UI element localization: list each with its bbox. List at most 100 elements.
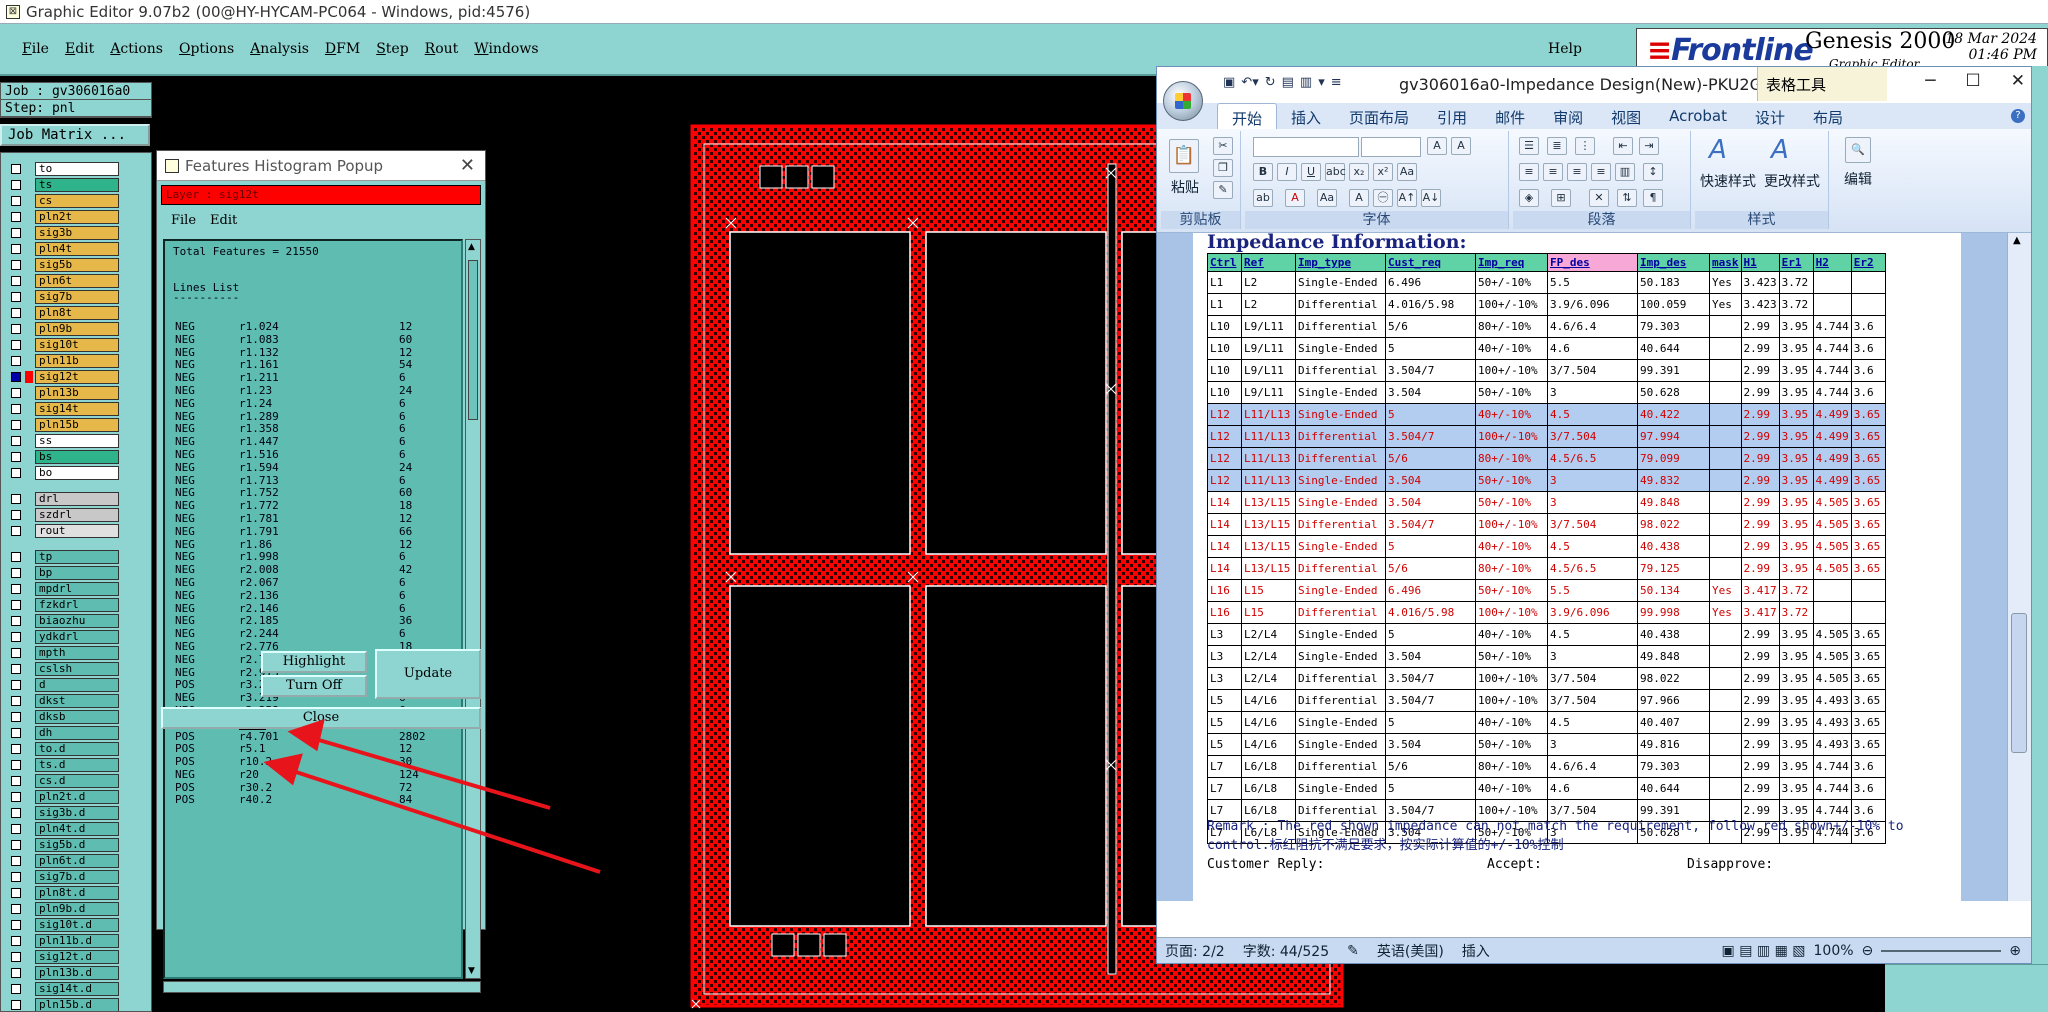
table-cell[interactable]: 3.9/6.096 bbox=[1547, 293, 1638, 316]
copy-icon[interactable]: ❐ bbox=[1213, 159, 1233, 177]
shrink-icon[interactable]: A↓ bbox=[1421, 189, 1441, 207]
table-cell[interactable]: L11/L13 bbox=[1241, 425, 1296, 448]
table-cell[interactable]: L4/L6 bbox=[1241, 711, 1296, 734]
find-icon[interactable]: 🔍 bbox=[1845, 137, 1871, 163]
table-cell[interactable]: L10 bbox=[1207, 315, 1242, 338]
table-cell[interactable]: 79.303 bbox=[1637, 315, 1710, 338]
table-cell[interactable]: 3/7.504 bbox=[1547, 667, 1638, 690]
layer-name[interactable]: sig7b bbox=[35, 290, 119, 304]
layer-row[interactable]: pln13b bbox=[1, 385, 151, 401]
layer-name[interactable]: pln13b.d bbox=[35, 966, 119, 980]
histogram-row[interactable]: NEG r1.23 24 bbox=[165, 384, 461, 398]
table-cell[interactable]: 3.72 bbox=[1778, 601, 1814, 624]
table-cell[interactable] bbox=[1709, 689, 1742, 712]
table-cell[interactable]: Differential bbox=[1295, 601, 1386, 624]
layer-row[interactable]: pln11b.d bbox=[1, 933, 151, 949]
show-marks-icon[interactable]: ¶ bbox=[1643, 189, 1663, 207]
table-cell[interactable]: 40.644 bbox=[1637, 777, 1710, 800]
table-cell[interactable]: 49.848 bbox=[1637, 645, 1710, 668]
histogram-row[interactable]: POS r30.2 72 bbox=[165, 781, 461, 795]
table-cell[interactable]: L2/L4 bbox=[1241, 623, 1296, 646]
layer-checkbox[interactable] bbox=[11, 212, 21, 222]
table-cell[interactable]: L1 bbox=[1207, 293, 1242, 316]
table-cell[interactable]: 50+/-10% bbox=[1475, 579, 1548, 602]
table-cell[interactable]: 5 bbox=[1385, 403, 1476, 426]
popup-menu-file[interactable]: File bbox=[171, 213, 196, 228]
table-cell[interactable]: Single-Ended bbox=[1295, 777, 1386, 800]
layer-row[interactable]: ts bbox=[1, 177, 151, 193]
table-cell[interactable]: Differential bbox=[1295, 667, 1386, 690]
table-cell[interactable]: 100+/-10% bbox=[1475, 293, 1548, 316]
layer-checkbox[interactable] bbox=[11, 260, 21, 270]
layer-name[interactable]: drl bbox=[35, 492, 119, 506]
line-spacing-icon[interactable]: ↕ bbox=[1643, 163, 1663, 181]
table-cell[interactable]: 100+/-10% bbox=[1475, 513, 1548, 536]
table-cell[interactable]: 3.95 bbox=[1778, 755, 1814, 778]
histogram-row[interactable]: NEG r1.752 60 bbox=[165, 486, 461, 500]
table-cell[interactable]: 49.832 bbox=[1637, 469, 1710, 492]
table-cell[interactable]: 4.744 bbox=[1812, 315, 1852, 338]
layer-checkbox[interactable] bbox=[11, 324, 21, 334]
histogram-row[interactable]: NEG r1.358 6 bbox=[165, 422, 461, 436]
table-cell[interactable]: 3.6 bbox=[1850, 359, 1886, 382]
table-cell[interactable]: L1 bbox=[1207, 271, 1242, 294]
layer-checkbox[interactable] bbox=[11, 728, 21, 738]
table-cell[interactable]: 50.628 bbox=[1637, 381, 1710, 404]
layer-name[interactable]: d bbox=[35, 678, 119, 692]
layer-row[interactable]: ydkdrl bbox=[1, 629, 151, 645]
histogram-row[interactable]: POS r40.2 84 bbox=[165, 794, 461, 807]
layer-name[interactable]: biaozhu bbox=[35, 614, 119, 628]
ribbon-tab[interactable]: 引用 bbox=[1423, 103, 1481, 129]
table-cell[interactable]: Single-Ended bbox=[1295, 711, 1386, 734]
table-cell[interactable] bbox=[1850, 271, 1886, 294]
layer-name[interactable]: sig5b bbox=[35, 258, 119, 272]
layer-checkbox[interactable] bbox=[11, 510, 21, 520]
histogram-row[interactable]: NEG r1.998 6 bbox=[165, 550, 461, 564]
layer-name[interactable]: ss bbox=[35, 434, 119, 448]
table-cell[interactable]: 100+/-10% bbox=[1475, 601, 1548, 624]
layer-checkbox[interactable] bbox=[11, 276, 21, 286]
bold-icon[interactable]: B bbox=[1253, 163, 1273, 181]
table-cell[interactable]: 2.99 bbox=[1740, 315, 1780, 338]
layer-name[interactable]: sig10t bbox=[35, 338, 119, 352]
table-cell[interactable]: Differential bbox=[1295, 293, 1386, 316]
table-cell[interactable]: L6/L8 bbox=[1241, 755, 1296, 778]
table-cell[interactable]: 2.99 bbox=[1740, 755, 1780, 778]
histogram-row[interactable]: NEG r1.447 6 bbox=[165, 435, 461, 449]
table-cell[interactable]: 4.6/6.4 bbox=[1547, 315, 1638, 338]
table-cell[interactable]: 3.6 bbox=[1850, 381, 1886, 404]
close-icon[interactable]: ✕ bbox=[2011, 71, 2025, 91]
print-icon[interactable]: ▥ bbox=[1300, 75, 1312, 90]
layer-row[interactable]: ts.d bbox=[1, 757, 151, 773]
table-cell[interactable] bbox=[1850, 579, 1886, 602]
histogram-horizontal-scrollbar[interactable] bbox=[163, 981, 481, 993]
layer-row[interactable]: d bbox=[1, 677, 151, 693]
histogram-row[interactable]: NEG r1.594 24 bbox=[165, 461, 461, 475]
table-cell[interactable]: 40+/-10% bbox=[1475, 337, 1548, 360]
layer-name[interactable]: to bbox=[35, 162, 119, 176]
table-cell[interactable]: 5.5 bbox=[1547, 579, 1638, 602]
table-cell[interactable]: 3.95 bbox=[1778, 315, 1814, 338]
minimize-icon[interactable]: ─ bbox=[1925, 71, 1935, 91]
table-cell[interactable]: L10 bbox=[1207, 337, 1242, 360]
layer-row[interactable]: pln13b.d bbox=[1, 965, 151, 981]
layer-name[interactable]: pln6t.d bbox=[35, 854, 119, 868]
ribbon-tab[interactable]: 视图 bbox=[1597, 103, 1655, 129]
table-cell[interactable]: 97.994 bbox=[1637, 425, 1710, 448]
table-cell[interactable]: L5 bbox=[1207, 689, 1242, 712]
table-cell[interactable]: 3.65 bbox=[1850, 513, 1886, 536]
table-cell[interactable]: 3 bbox=[1547, 491, 1638, 514]
ribbon-tab[interactable]: 布局 bbox=[1799, 103, 1857, 129]
table-cell[interactable]: 5.5 bbox=[1547, 271, 1638, 294]
layer-row[interactable]: pln2t bbox=[1, 209, 151, 225]
table-cell[interactable]: Single-Ended bbox=[1295, 403, 1386, 426]
layer-name[interactable]: pln2t.d bbox=[35, 790, 119, 804]
table-cell[interactable]: 3.504 bbox=[1385, 733, 1476, 756]
table-cell[interactable]: 3.95 bbox=[1778, 623, 1814, 646]
font-color-icon[interactable]: A bbox=[1285, 189, 1305, 207]
layer-row[interactable]: biaozhu bbox=[1, 613, 151, 629]
table-cell[interactable]: 79.099 bbox=[1637, 447, 1710, 470]
table-cell[interactable] bbox=[1709, 535, 1742, 558]
table-cell[interactable]: L15 bbox=[1241, 601, 1296, 624]
layer-name[interactable]: szdrl bbox=[35, 508, 119, 522]
